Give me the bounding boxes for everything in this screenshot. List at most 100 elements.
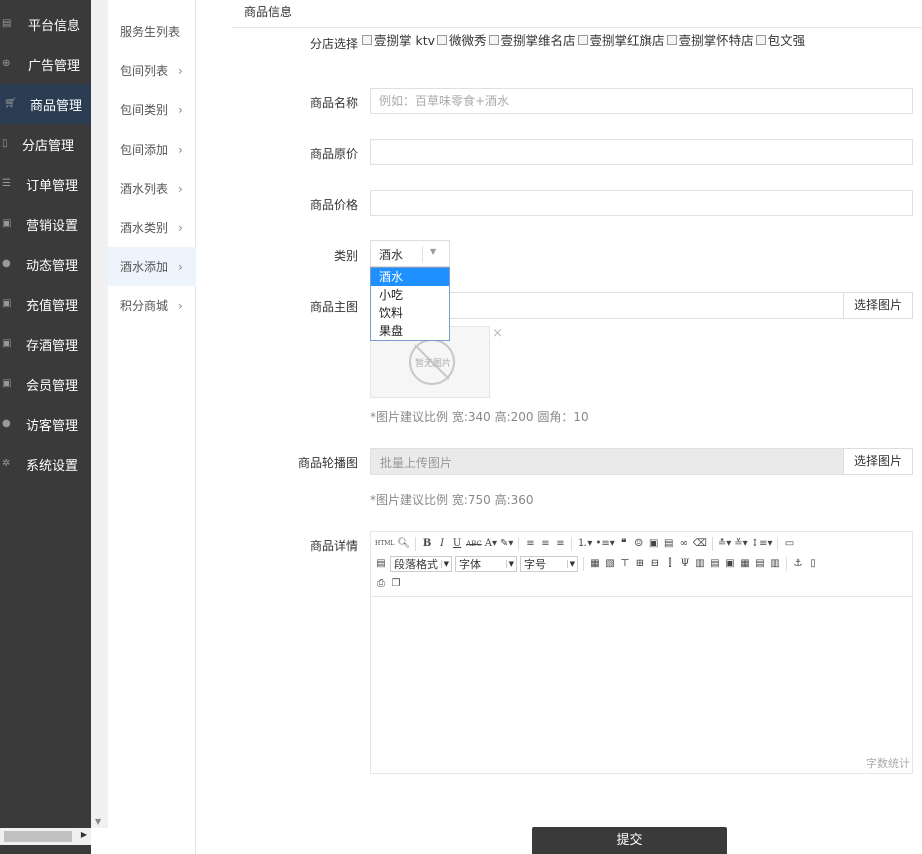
split-cells-icon[interactable]: ▦ <box>739 557 751 571</box>
close-icon[interactable]: × <box>492 326 503 341</box>
align-left-icon[interactable]: ≡ <box>524 537 536 551</box>
checkbox[interactable] <box>666 34 677 45</box>
italic-icon[interactable]: I <box>436 537 448 551</box>
submenu-item-drinks-add[interactable]: 酒水添加 › <box>108 247 196 286</box>
merge-cells-icon[interactable]: ▥ <box>694 557 706 571</box>
print-preview-icon[interactable]: ▤ <box>375 557 387 571</box>
scroll-right-icon[interactable]: ▶ <box>81 830 87 839</box>
choose-main-image-button[interactable]: 选择图片 <box>843 292 913 319</box>
main-image-label: 商品主图 <box>309 300 358 314</box>
branch-checkbox-hongqi[interactable]: 壹捌掌红旗店 <box>577 30 665 49</box>
paragraph-format-select[interactable]: 段落格式 ▼ <box>390 556 452 572</box>
delete-table-icon[interactable]: ▧ <box>604 557 616 571</box>
strikethrough-icon[interactable]: ABC <box>466 537 482 551</box>
row-spacing-top-icon[interactable]: ≛▾ <box>718 537 731 551</box>
sidebar-item-settings[interactable]: ✲ 系统设置 <box>0 444 91 484</box>
highlight-icon[interactable]: ✎▾ <box>500 537 513 551</box>
insert-row-icon[interactable]: ⊞ <box>634 557 646 571</box>
carousel-image-field[interactable]: 批量上传图片 <box>370 448 844 475</box>
align-center-icon[interactable]: ≡ <box>539 537 551 551</box>
branch-checkbox-ktv[interactable]: 壹捌掌 ktv <box>362 30 435 49</box>
font-family-select[interactable]: 字体 ▼ <box>455 556 517 572</box>
detail-label: 商品详情 <box>309 539 358 553</box>
sidebar-item-marketing[interactable]: ▣ 营销设置 <box>0 204 91 244</box>
bold-icon[interactable]: B <box>421 537 433 551</box>
delete-col-icon[interactable]: Ψ <box>679 557 691 571</box>
branch-checkbox-weiweixiu[interactable]: 微微秀 <box>437 30 487 49</box>
category-select[interactable]: 酒水 ▼ <box>370 240 450 267</box>
sidebar-item-wine-storage[interactable]: ▣ 存酒管理 <box>0 324 91 364</box>
submenu-item-waiter-list[interactable]: 服务生列表 <box>108 12 196 51</box>
font-size-select[interactable]: 字号 ▼ <box>520 556 578 572</box>
sidebar-item-branches[interactable]: ▯ 分店管理 <box>0 124 91 164</box>
sidebar-item-members[interactable]: ▣ 会员管理 <box>0 364 91 404</box>
emoji-icon[interactable]: ☺ <box>633 537 645 551</box>
merge-down-icon[interactable]: ▣ <box>724 557 736 571</box>
scrollbar-thumb[interactable] <box>4 831 72 842</box>
submit-button[interactable]: 提交 <box>532 827 727 854</box>
branch-checkbox-weiming[interactable]: 壹捌掌维名店 <box>488 30 576 49</box>
font-color-icon[interactable]: A▾ <box>485 537 497 551</box>
line-height-icon[interactable]: ↕≡▾ <box>751 537 773 551</box>
submenu-item-drinks-list[interactable]: 酒水列表 › <box>108 169 196 208</box>
split-cols-icon[interactable]: ▥ <box>769 557 781 571</box>
sidebar-item-ads[interactable]: ⊕ 广告管理 <box>0 44 91 84</box>
checkbox[interactable] <box>577 34 588 45</box>
category-option[interactable]: 饮料 <box>371 304 449 322</box>
chevron-down-icon: ▼ <box>566 560 577 568</box>
align-right-icon[interactable]: ≡ <box>554 537 566 551</box>
original-price-input[interactable] <box>370 139 913 165</box>
category-option[interactable]: 酒水 <box>371 268 449 286</box>
sidebar-item-products[interactable]: 🛒︎ 商品管理 <box>0 84 91 124</box>
video-icon[interactable]: ▤ <box>663 537 675 551</box>
image-icon[interactable]: ▣ <box>648 537 660 551</box>
checkbox[interactable] <box>488 34 499 45</box>
unordered-list-icon[interactable]: •≡▾ <box>595 537 614 551</box>
submenu-item-drinks-category[interactable]: 酒水类别 › <box>108 208 196 247</box>
price-input[interactable] <box>370 190 913 216</box>
category-option[interactable]: 小吃 <box>371 286 449 304</box>
merge-right-icon[interactable]: ▤ <box>709 557 721 571</box>
checkbox[interactable] <box>437 34 448 45</box>
product-name-input[interactable] <box>370 88 913 114</box>
submenu-item-room-add[interactable]: 包间添加 › <box>108 130 196 169</box>
row-spacing-bottom-icon[interactable]: ≚▾ <box>734 537 747 551</box>
checkbox[interactable] <box>755 34 766 45</box>
submenu-item-points-mall[interactable]: 积分商城 › <box>108 286 196 325</box>
sidebar-item-orders[interactable]: ☰ 订单管理 <box>0 164 91 204</box>
submenu-item-room-category[interactable]: 包间类别 › <box>108 90 196 129</box>
delete-row-icon[interactable]: ⊟ <box>649 557 661 571</box>
insert-paragraph-before-table-icon[interactable]: ⊤ <box>619 557 631 571</box>
ordered-list-icon[interactable]: ⒈▾ <box>577 537 592 551</box>
print-icon[interactable]: ⎙ <box>375 577 387 591</box>
checkbox[interactable] <box>362 34 372 45</box>
page-break-icon[interactable]: ▯ <box>807 557 819 571</box>
sidebar-vertical-scrollbar[interactable]: ▼ <box>91 0 108 828</box>
editor-content-area[interactable] <box>371 597 912 755</box>
preview-icon[interactable]: 🔍︎ <box>397 537 410 551</box>
sidebar-item-dynamics[interactable]: ● 动态管理 <box>0 244 91 284</box>
underline-icon[interactable]: U <box>451 537 463 551</box>
sidebar-horizontal-scrollbar[interactable]: ▶ <box>0 828 91 845</box>
insert-table-icon[interactable]: ▦ <box>589 557 601 571</box>
sidebar-item-platform-info[interactable]: ▤ 平台信息 <box>0 4 91 44</box>
link-icon[interactable]: ∞ <box>678 537 690 551</box>
branch-checkbox-baowenqiang[interactable]: 包文强 <box>755 30 805 49</box>
copy-icon[interactable]: ❐ <box>390 577 402 591</box>
insert-col-icon[interactable]: ⫿ <box>664 557 676 571</box>
scroll-down-icon[interactable]: ▼ <box>95 817 101 826</box>
chevron-down-icon[interactable]: ▼ <box>430 247 436 256</box>
branch-checkbox-huaite[interactable]: 壹捌掌怀特店 <box>666 30 754 49</box>
quote-icon[interactable]: ❝ <box>618 537 630 551</box>
fullscreen-icon[interactable]: ▭ <box>783 537 795 551</box>
eraser-icon[interactable]: ⌫ <box>693 537 707 551</box>
category-option[interactable]: 果盘 <box>371 322 449 340</box>
split-rows-icon[interactable]: ▤ <box>754 557 766 571</box>
html-source-icon[interactable]: HTML <box>375 537 394 551</box>
rich-text-editor[interactable]: HTML 🔍︎ B I U ABC A▾ ✎▾ ≡ ≡ ≡ ⒈▾ •≡▾ ❝ ☺… <box>370 531 913 774</box>
sidebar-item-recharge[interactable]: ▣ 充值管理 <box>0 284 91 324</box>
sidebar-item-visitors[interactable]: ● 访客管理 <box>0 404 91 444</box>
anchor-icon[interactable]: ⚓︎ <box>792 557 804 571</box>
choose-carousel-image-button[interactable]: 选择图片 <box>843 448 913 475</box>
submenu-item-room-list[interactable]: 包间列表 › <box>108 51 196 90</box>
